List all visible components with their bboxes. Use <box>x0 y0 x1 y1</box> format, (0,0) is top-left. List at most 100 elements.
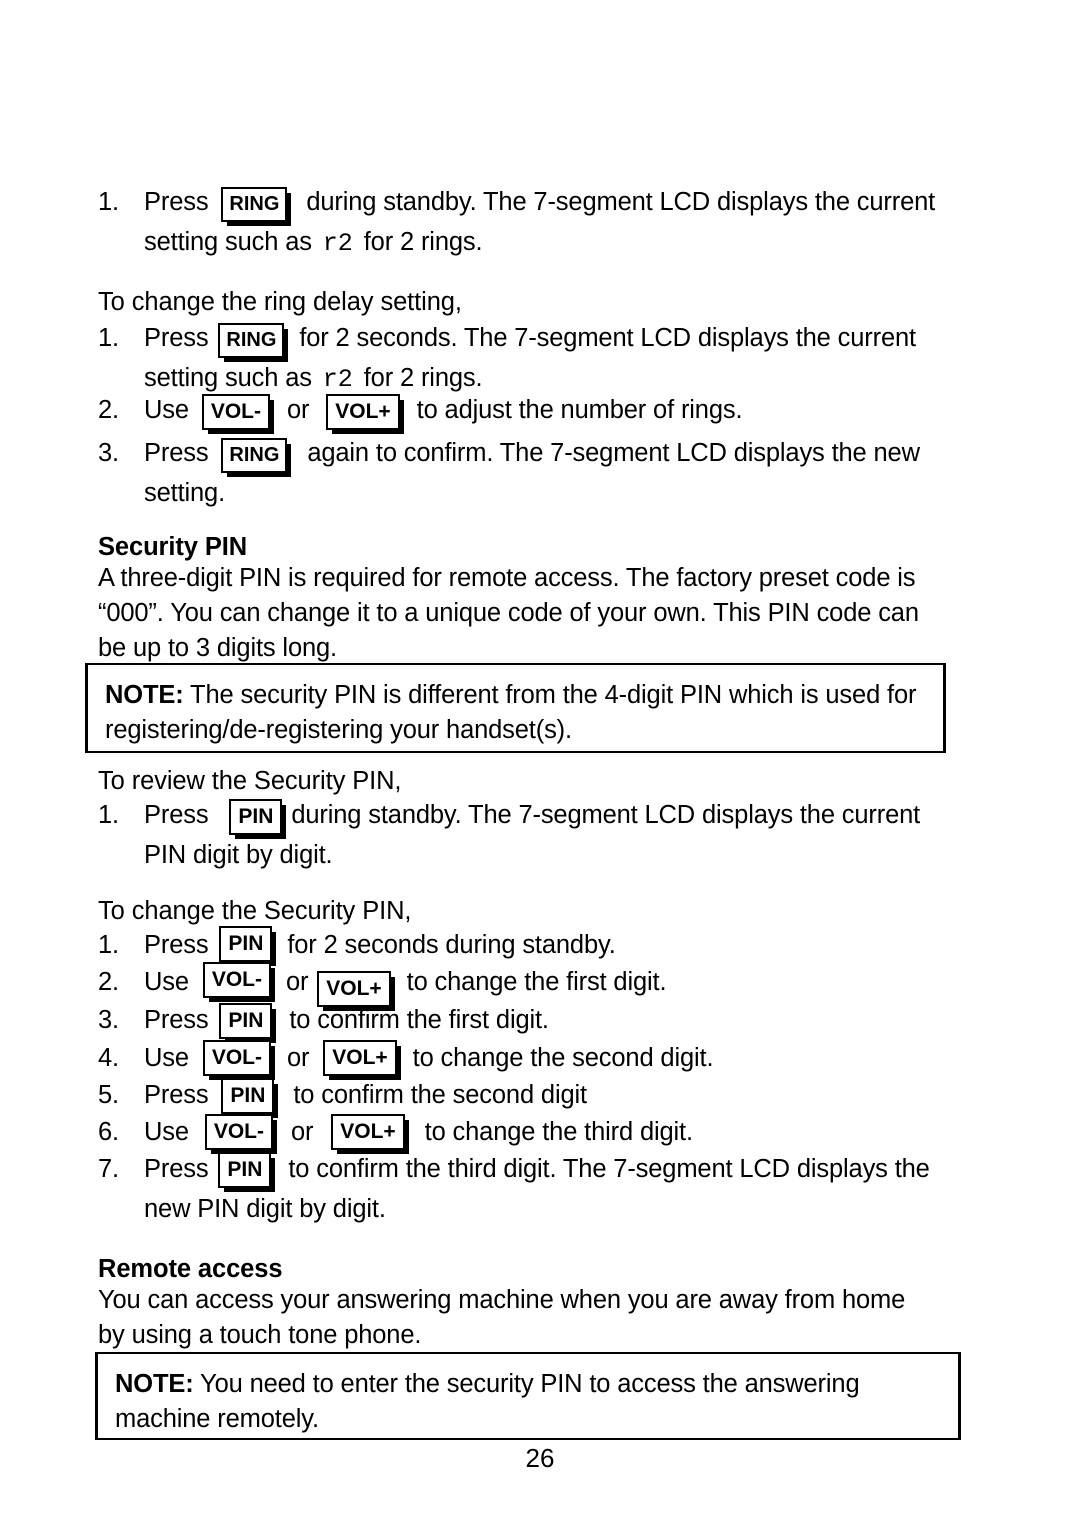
note-label: NOTE: <box>105 681 184 709</box>
list-number: 1. <box>98 931 119 959</box>
list-text: Use VOL- or VOL+ to change the second di… <box>144 1040 958 1078</box>
list-item: 3. Press RING again to confirm. The 7-se… <box>98 435 958 511</box>
list-text: Press PIN for 2 seconds during standby. <box>144 926 958 965</box>
list-text: Press PIN during standby. The 7-segment … <box>144 797 958 835</box>
list-item: 7. Press PIN to confirm the third digit.… <box>98 1151 958 1227</box>
step-text-before-key: Press <box>144 439 209 467</box>
lcd-code-value: r2 <box>322 365 353 394</box>
step-text-after-key: for 2 seconds. The 7-segment LCD display… <box>299 324 916 352</box>
step-verb: Use <box>144 1118 189 1146</box>
step-text-after-key: during standby. The 7-segment LCD displa… <box>291 801 921 829</box>
step-verb: Press <box>144 1081 209 1109</box>
list-item: 1. Press PIN for 2 seconds during standb… <box>98 926 958 965</box>
step-verb: Use <box>144 1044 189 1072</box>
step-text-before-key: Press <box>144 188 209 216</box>
security-pin-body-line3: be up to 3 digits long. <box>98 634 337 662</box>
list-number: 7. <box>98 1155 119 1183</box>
list-text: Press RING for 2 seconds. The 7-segment … <box>144 320 958 358</box>
step-verb: Press <box>144 1155 209 1183</box>
list-text: Use VOL- or VOL+ to adjust the number of… <box>144 392 958 430</box>
list-number: 1. <box>98 801 119 829</box>
list-item: 4. Use VOL- or VOL+ to change the second… <box>98 1040 958 1078</box>
review-pin-intro: To review the Security PIN, <box>98 767 402 795</box>
step-tail: to change the first digit. <box>406 968 667 996</box>
vol-up-key-button[interactable]: VOL+ <box>331 1114 405 1150</box>
note-line2: machine remotely. <box>115 1405 319 1433</box>
step-tail: to change the second digit. <box>412 1044 714 1072</box>
page-number: 26 <box>525 1443 555 1473</box>
step-conjunction: or <box>285 968 309 996</box>
step-verb: Press <box>144 1006 209 1034</box>
step-tail: to confirm the third digit. The 7-segmen… <box>288 1155 930 1183</box>
note-box-security-pin: NOTE: The security PIN is different from… <box>85 663 946 753</box>
vol-down-key-button[interactable]: VOL- <box>202 962 272 998</box>
list-text: Press PIN to confirm the first digit. <box>144 1002 958 1040</box>
ring-key-button[interactable]: RING <box>221 438 288 473</box>
step-text-before-key: Press <box>144 801 209 829</box>
list-item: 2. Use VOL- or VOL+ to adjust the number… <box>98 392 958 430</box>
security-pin-body-line1: A three-digit PIN is required for remote… <box>98 564 916 592</box>
vol-down-key-button[interactable]: VOL- <box>202 1040 272 1076</box>
list-item: 3. Press PIN to confirm the first digit. <box>98 1002 958 1040</box>
pin-key-button[interactable]: PIN <box>218 1152 272 1188</box>
step-tail: for 2 seconds during standby. <box>287 931 616 959</box>
list-item: 2. Use VOL- or VOL+ to change the first … <box>98 962 958 1007</box>
note-line1: NOTE: The security PIN is different from… <box>105 678 930 713</box>
pin-key-button[interactable]: PIN <box>221 1078 275 1114</box>
list-text-line2: setting. <box>144 479 226 507</box>
list-text: Press PIN to confirm the second digit <box>144 1077 958 1115</box>
list-text-line2: PIN digit by digit. <box>144 841 333 869</box>
note-text-line1: The security PIN is different from the 4… <box>183 681 917 709</box>
list-text: Press RING again to confirm. The 7-segme… <box>144 435 958 473</box>
vol-up-key-button[interactable]: VOL+ <box>323 1040 397 1076</box>
section-heading-security-pin: Security PIN <box>98 533 248 561</box>
step-text-after-key: during standby. The 7-segment LCD displa… <box>306 188 936 216</box>
note-line2: registering/de-registering your handset(… <box>105 716 572 744</box>
section-heading-remote-access: Remote access <box>98 1255 283 1283</box>
list-number: 4. <box>98 1044 119 1072</box>
list-item: 1. Press PIN during standby. The 7-segme… <box>98 797 958 873</box>
list-number: 3. <box>98 439 119 467</box>
list-number: 1. <box>98 324 119 352</box>
step-text-after-key: again to confirm. The 7-segment LCD disp… <box>307 439 920 467</box>
list-item: 5. Press PIN to confirm the second digit <box>98 1077 958 1115</box>
list-text: Press RING during standby. The 7-segment… <box>144 184 958 222</box>
list-text-line2: new PIN digit by digit. <box>144 1195 386 1223</box>
list-number: 2. <box>98 396 119 424</box>
step-conjunction: or <box>286 1044 310 1072</box>
list-number: 6. <box>98 1118 119 1146</box>
pin-key-button[interactable]: PIN <box>229 799 283 835</box>
step-tail: to confirm the first digit. <box>289 1006 549 1034</box>
security-pin-body: A three-digit PIN is required for remote… <box>98 561 960 666</box>
lcd-code-value: r2 <box>322 229 353 258</box>
list-number: 5. <box>98 1081 119 1109</box>
step-tail: to confirm the second digit <box>293 1081 587 1109</box>
step-line2-before-code: setting such as <box>144 228 312 256</box>
list-text: Use VOL- or VOL+ to change the first dig… <box>144 962 958 1007</box>
vol-down-key-button[interactable]: VOL- <box>204 1114 274 1150</box>
remote-access-body-line2: by using a touch tone phone. <box>98 1321 422 1349</box>
note-box-remote-access: NOTE: You need to enter the security PIN… <box>95 1352 961 1440</box>
vol-down-key-button[interactable]: VOL- <box>201 394 271 430</box>
remote-access-body: You can access your answering machine wh… <box>98 1283 960 1353</box>
step-line2-after-code: for 2 rings. <box>363 364 483 392</box>
ring-key-button[interactable]: RING <box>221 187 288 222</box>
change-pin-intro: To change the Security PIN, <box>98 897 412 925</box>
step-line2-after-code: for 2 rings. <box>363 228 483 256</box>
list-text-line2: setting such as r2 for 2 rings. <box>144 224 958 262</box>
document-page: 1. Press RING during standby. The 7-segm… <box>0 0 1080 1528</box>
note-text-line1: You need to enter the security PIN to ac… <box>193 1370 860 1398</box>
list-item: 6. Use VOL- or VOL+ to change the third … <box>98 1114 958 1152</box>
list-text: Use VOL- or VOL+ to change the third dig… <box>144 1114 958 1152</box>
step-text-before-key: Press <box>144 324 209 352</box>
pin-key-button[interactable]: PIN <box>219 1003 273 1039</box>
vol-up-key-button[interactable]: VOL+ <box>326 394 400 430</box>
list-number: 2. <box>98 968 119 996</box>
step-conjunction: or <box>286 396 310 424</box>
step-tail: to change the third digit. <box>424 1118 693 1146</box>
list-text: Press PIN to confirm the third digit. Th… <box>144 1151 958 1189</box>
ring-key-button[interactable]: RING <box>218 323 285 358</box>
list-item: 1. Press RING during standby. The 7-segm… <box>98 184 958 262</box>
note-label: NOTE: <box>115 1370 194 1398</box>
pin-key-button[interactable]: PIN <box>219 926 273 962</box>
